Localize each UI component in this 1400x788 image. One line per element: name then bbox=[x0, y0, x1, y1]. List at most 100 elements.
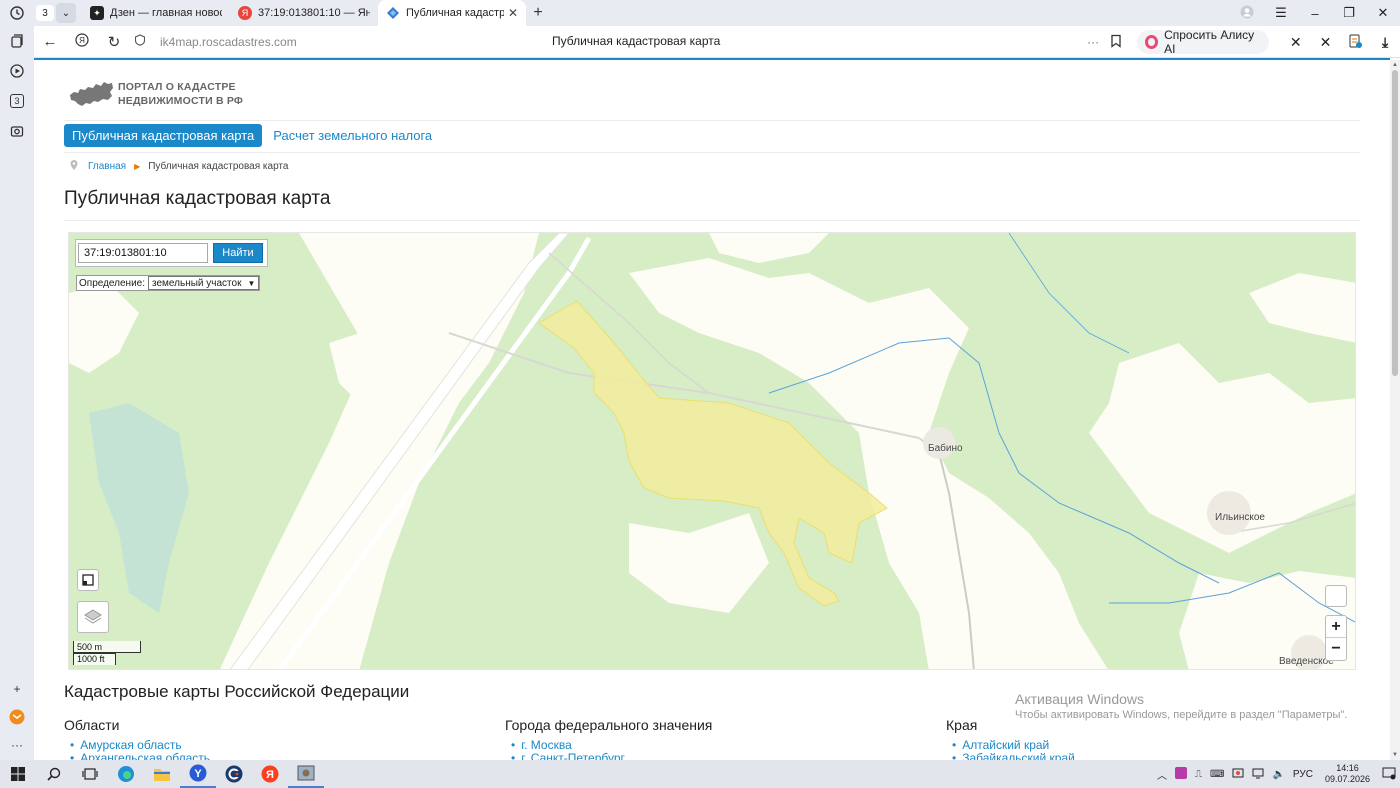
page-content: ПОРТАЛ О КАДАСТРЕ НЕДВИЖИМОСТИ В РФ Публ… bbox=[34, 60, 1390, 760]
breadcrumb-home[interactable]: Главная bbox=[88, 161, 126, 172]
system-clock[interactable]: 14:16 09.07.2026 bbox=[1325, 763, 1370, 785]
fullscreen-icon bbox=[82, 574, 94, 586]
new-tab-button[interactable]: + bbox=[526, 4, 550, 22]
yandex-browser-icon[interactable]: Я bbox=[66, 32, 98, 51]
profile-icon[interactable] bbox=[1230, 5, 1264, 22]
volume-icon[interactable]: 🔈 bbox=[1272, 769, 1284, 780]
page-scrollbar[interactable]: ▲ ▼ bbox=[1390, 60, 1400, 760]
cadastre-icon bbox=[386, 6, 400, 20]
close-window-icon[interactable]: ✕ bbox=[1366, 5, 1400, 21]
tabs-dropdown-icon[interactable]: ⌄ bbox=[56, 3, 76, 23]
language-indicator[interactable]: РУС bbox=[1293, 769, 1313, 780]
maximize-icon[interactable]: ❐ bbox=[1332, 5, 1366, 21]
zen-icon: ✦ bbox=[90, 6, 104, 20]
back-icon[interactable]: ← bbox=[34, 33, 66, 50]
address-bar: ← Я ↻ ik4map.roscadastres.com Публичная … bbox=[34, 26, 1400, 58]
layers-button[interactable] bbox=[77, 601, 109, 633]
region-link[interactable]: Забайкальский край bbox=[952, 752, 1075, 761]
downloads-icon[interactable]: ⤓ bbox=[1370, 34, 1400, 51]
clock-date: 09.07.2026 bbox=[1324, 774, 1370, 784]
network-icon[interactable] bbox=[1252, 767, 1264, 782]
layers-icon bbox=[84, 609, 102, 624]
site-logo[interactable]: ПОРТАЛ О КАДАСТРЕ НЕДВИЖИМОСТИ В РФ bbox=[68, 78, 243, 110]
minimize-icon[interactable]: – bbox=[1298, 6, 1332, 21]
zoom-control: + − bbox=[1325, 615, 1347, 661]
region-link[interactable]: Архангельская область bbox=[70, 752, 210, 761]
scrollbar-thumb[interactable] bbox=[1392, 70, 1398, 376]
extension-icon-2[interactable]: ✕ bbox=[1311, 34, 1341, 51]
tab-cadastre-map[interactable]: Публичная кадастровая ✕ bbox=[378, 0, 526, 26]
app-c-icon[interactable] bbox=[216, 760, 252, 788]
extension-icon[interactable]: ✕ bbox=[1281, 34, 1311, 51]
tab-title: Публичная кадастровая bbox=[406, 7, 504, 19]
site-info-icon[interactable] bbox=[130, 34, 150, 49]
file-explorer-icon[interactable] bbox=[144, 760, 180, 788]
task-view-icon[interactable] bbox=[72, 760, 108, 788]
cadastre-number-input[interactable] bbox=[78, 243, 208, 263]
more-icon[interactable]: ··· bbox=[0, 730, 34, 760]
menu-item-cadastre-map[interactable]: Публичная кадастровая карта bbox=[64, 124, 263, 147]
history-icon[interactable] bbox=[0, 6, 34, 20]
map-tiles bbox=[69, 233, 1355, 669]
browser-sidebar: 3 + ··· bbox=[0, 26, 34, 760]
svg-text:Y: Y bbox=[194, 768, 202, 780]
fullscreen-button[interactable] bbox=[77, 569, 99, 591]
more-actions-icon[interactable]: ··· bbox=[1082, 35, 1104, 49]
logo-text: ПОРТАЛ О КАДАСТРЕ НЕДВИЖИМОСТИ В РФ bbox=[118, 80, 243, 108]
cadastre-map[interactable]: Найти Определение: земельный участок ▼ Б… bbox=[68, 232, 1356, 670]
scroll-down-icon[interactable]: ▼ bbox=[1392, 752, 1398, 758]
video-icon[interactable] bbox=[0, 56, 34, 86]
collections-icon[interactable] bbox=[0, 26, 34, 56]
window-controls: ☰ – ❐ ✕ bbox=[1230, 0, 1400, 26]
notifications-icon[interactable] bbox=[1382, 766, 1396, 783]
logo-line-1: ПОРТАЛ О КАДАСТРЕ bbox=[118, 81, 236, 93]
close-tab-icon[interactable]: ✕ bbox=[504, 6, 518, 20]
tab-title: 37:19:013801:10 — Яндекс bbox=[258, 7, 370, 19]
region-link[interactable]: г. Санкт-Петербург bbox=[511, 752, 712, 761]
find-button[interactable]: Найти bbox=[213, 243, 263, 263]
browser-tab-bar: 3 ⌄ ✦ Дзен — главная новостная Я 37:19:0… bbox=[0, 0, 1400, 26]
cadastre-search-panel: Найти bbox=[75, 239, 268, 267]
tab-group-counter[interactable]: 3 bbox=[0, 86, 34, 116]
regions-heading: Кадастровые карты Российской Федерации bbox=[64, 682, 410, 701]
tab-counter[interactable]: 3 bbox=[36, 5, 54, 21]
regions-column-kraya: Края Алтайский край Забайкальский край bbox=[946, 717, 1075, 760]
url-field[interactable]: ik4map.roscadastres.com bbox=[160, 35, 297, 49]
definition-select[interactable]: земельный участок ▼ bbox=[148, 276, 260, 290]
tab-dzen[interactable]: ✦ Дзен — главная новостная bbox=[82, 0, 230, 26]
image-app-icon[interactable] bbox=[288, 760, 324, 788]
windows-activation-watermark: Активация Windows Чтобы активировать Win… bbox=[1015, 691, 1347, 721]
page-title: Публичная кадастровая карта bbox=[64, 188, 331, 209]
menu-item-land-tax[interactable]: Расчет земельного налога bbox=[273, 128, 432, 143]
edge-icon[interactable] bbox=[108, 760, 144, 788]
gallery-icon[interactable] bbox=[1232, 767, 1244, 782]
mail-app-icon[interactable] bbox=[0, 702, 34, 732]
zoom-out-button[interactable]: − bbox=[1326, 638, 1346, 660]
keyboard-icon[interactable]: ⌨ bbox=[1210, 769, 1224, 780]
definition-selected-value: земельный участок bbox=[152, 277, 242, 289]
menu-icon[interactable]: ☰ bbox=[1264, 5, 1298, 21]
tray-app-icon[interactable] bbox=[1175, 766, 1188, 782]
search-icon[interactable] bbox=[36, 760, 72, 788]
usb-icon[interactable]: ⎍ bbox=[1195, 769, 1202, 780]
zoom-in-button[interactable]: + bbox=[1326, 616, 1346, 638]
yandex-icon: Я bbox=[238, 6, 252, 20]
ask-alice-button[interactable]: Спросить Алису AI bbox=[1136, 28, 1269, 56]
windows-start-icon[interactable] bbox=[0, 760, 36, 788]
scroll-up-icon[interactable]: ▲ bbox=[1392, 62, 1398, 68]
tray-chevron-up-icon[interactable]: ︿ bbox=[1157, 767, 1167, 782]
map-scale: 500 m 1000 ft bbox=[73, 641, 141, 665]
map-mode-button[interactable] bbox=[1325, 585, 1347, 607]
screenshot-icon[interactable] bbox=[0, 116, 34, 146]
divider bbox=[64, 120, 1360, 121]
sidebar-counter: 3 bbox=[10, 94, 24, 108]
yandex-app-icon[interactable]: Я bbox=[252, 760, 288, 788]
bookmark-icon[interactable] bbox=[1104, 34, 1126, 51]
yandex-browser-taskbar-icon[interactable]: Y bbox=[180, 760, 216, 788]
add-panel-icon[interactable]: + bbox=[0, 674, 34, 704]
extension-icon-3[interactable] bbox=[1340, 34, 1370, 51]
tab-yandex-search[interactable]: Я 37:19:013801:10 — Яндекс bbox=[230, 0, 378, 26]
reload-icon[interactable]: ↻ bbox=[98, 33, 130, 51]
activation-title: Активация Windows bbox=[1015, 691, 1145, 707]
windows-taskbar: Y Я ︿ ⎍ ⌨ 🔈 РУС 14:16 09.07.2026 bbox=[0, 760, 1400, 788]
